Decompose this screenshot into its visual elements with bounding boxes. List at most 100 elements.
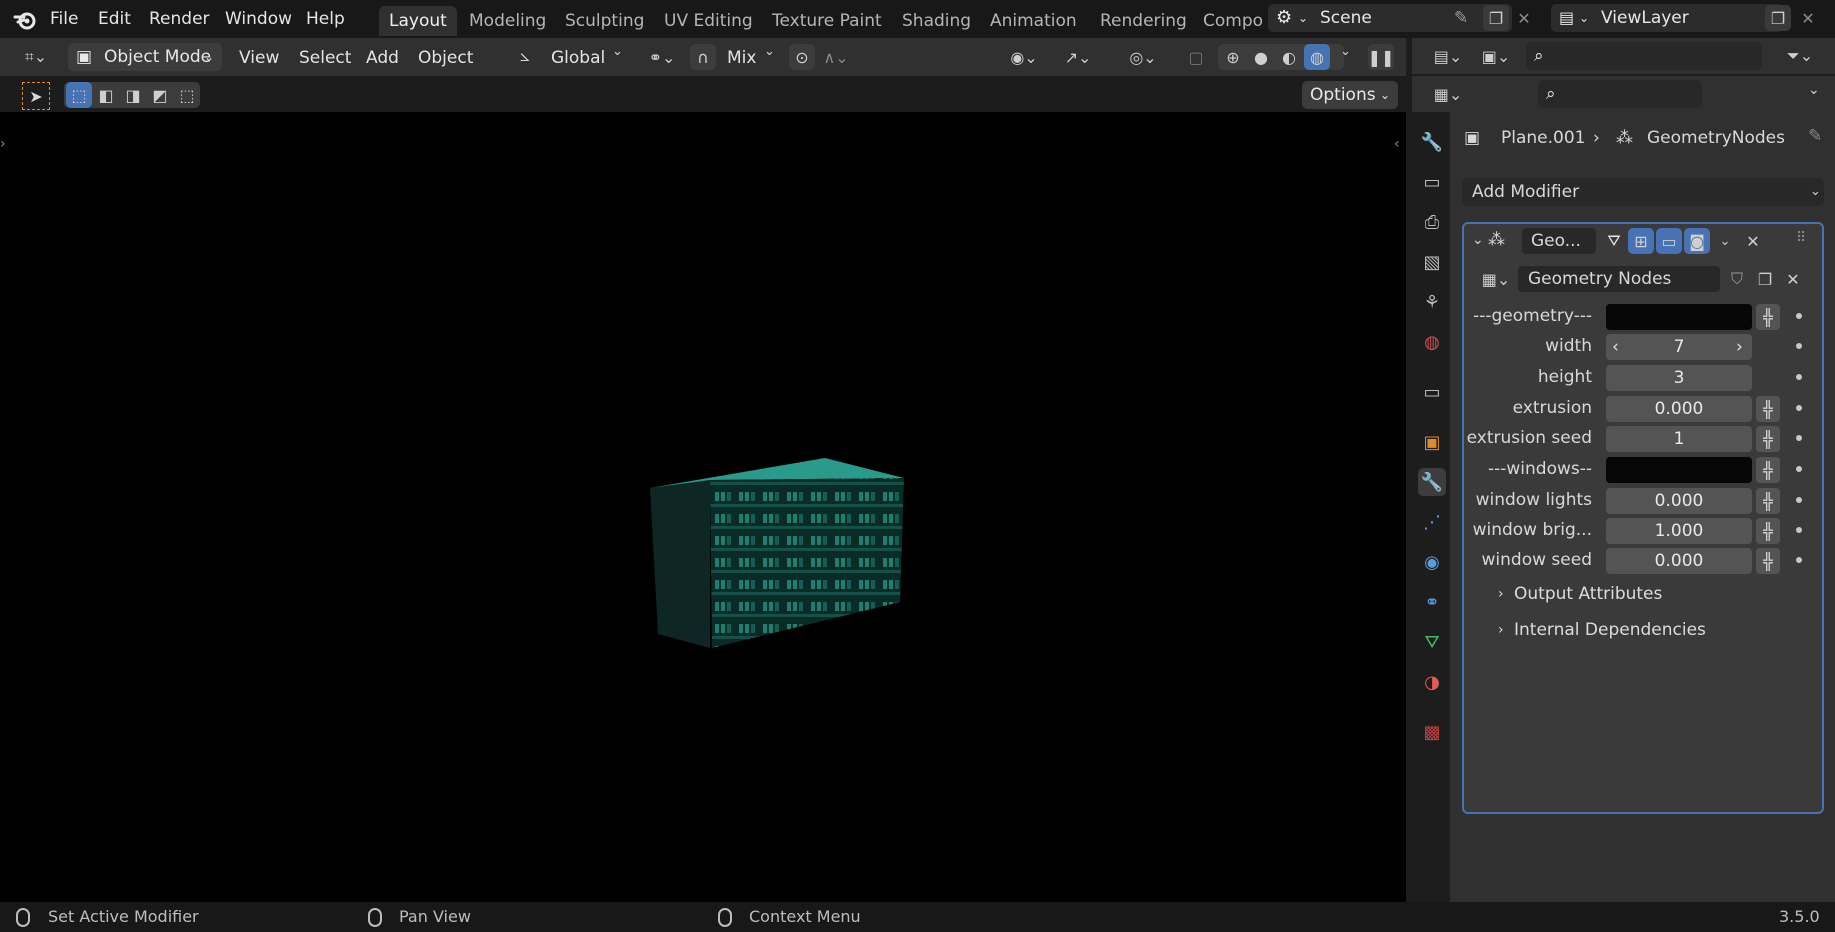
- edit-mode-toggle-icon[interactable]: ⛛: [1601, 228, 1627, 254]
- wireframe-shading-icon[interactable]: ⊕: [1220, 44, 1246, 70]
- menu-help[interactable]: Help: [300, 6, 351, 32]
- tab-modeling[interactable]: Modeling: [459, 6, 556, 36]
- add-modifier-button[interactable]: Add Modifier ⌄: [1462, 178, 1824, 206]
- solid-shading-icon[interactable]: ●: [1248, 44, 1274, 70]
- keyframe-dot-icon[interactable]: [1796, 374, 1802, 380]
- geometry-separator-field[interactable]: [1606, 304, 1752, 330]
- editor-type-icon[interactable]: ⌗⌄: [16, 44, 56, 70]
- particles-tab-icon[interactable]: ⋰: [1418, 508, 1446, 536]
- menu-file[interactable]: File: [44, 6, 84, 32]
- menu-select[interactable]: Select: [299, 46, 351, 70]
- render-toggle-icon[interactable]: ◙: [1684, 228, 1710, 254]
- delete-scene-icon[interactable]: ✕: [1511, 5, 1537, 31]
- orientation-dropdown[interactable]: Global: [551, 46, 605, 70]
- unlink-icon[interactable]: ✕: [1780, 266, 1806, 292]
- pivot-icon[interactable]: ⚭⌄: [642, 44, 682, 70]
- window-seed-field[interactable]: 0.000: [1606, 548, 1752, 574]
- collapse-chevron-icon[interactable]: ⌄: [1472, 232, 1484, 248]
- keyframe-dot-icon[interactable]: [1796, 405, 1802, 411]
- modifier-name-field[interactable]: Geo...: [1522, 228, 1596, 254]
- scene-tab-icon[interactable]: ⚘: [1418, 288, 1446, 316]
- attribute-toggle-icon[interactable]: ╬: [1756, 304, 1780, 330]
- tab-rendering[interactable]: Rendering: [1090, 6, 1197, 36]
- close-icon[interactable]: ✕: [1740, 228, 1766, 254]
- menu-window[interactable]: Window: [219, 6, 298, 32]
- output-tab-icon[interactable]: ⎙: [1418, 208, 1446, 236]
- node-group-browse-icon[interactable]: ▦⌄: [1476, 266, 1516, 292]
- options-dropdown[interactable]: Options ⌄: [1302, 81, 1398, 109]
- keyframe-dot-icon[interactable]: [1796, 435, 1802, 441]
- chevron-down-icon[interactable]: ⌄: [1712, 228, 1738, 254]
- select-subtract-icon[interactable]: ◨: [120, 82, 146, 108]
- keyframe-dot-icon[interactable]: [1796, 497, 1802, 503]
- viewport-toggle-icon[interactable]: ▭: [1656, 228, 1682, 254]
- rendered-shading-icon[interactable]: ◍: [1304, 44, 1330, 70]
- building-model[interactable]: [640, 442, 920, 662]
- attribute-toggle-icon[interactable]: ╬: [1756, 396, 1780, 422]
- snap-icon[interactable]: ∩: [690, 44, 716, 70]
- sidebar-expand-icon[interactable]: ‹: [1394, 136, 1400, 152]
- pin-icon[interactable]: ✎: [1454, 4, 1468, 32]
- select-extend-icon[interactable]: ◧: [93, 82, 119, 108]
- tab-sculpting[interactable]: Sculpting: [555, 6, 654, 36]
- menu-object[interactable]: Object: [418, 46, 473, 70]
- tab-texture-paint[interactable]: Texture Paint: [762, 6, 892, 36]
- internal-dependencies-section[interactable]: Internal Dependencies: [1514, 620, 1706, 640]
- viewlayer-selector[interactable]: ▤ ⌄ ViewLayer: [1551, 4, 1783, 32]
- menu-render[interactable]: Render: [143, 6, 216, 32]
- tab-uv-editing[interactable]: UV Editing: [654, 6, 763, 36]
- material-tab-icon[interactable]: ◑: [1418, 668, 1446, 696]
- menu-view[interactable]: View: [239, 46, 279, 70]
- menu-edit[interactable]: Edit: [92, 6, 137, 32]
- properties-search-input[interactable]: ⌕: [1538, 80, 1702, 108]
- blender-logo-icon[interactable]: [12, 7, 38, 33]
- attribute-toggle-icon[interactable]: ╬: [1756, 488, 1780, 514]
- node-group-field[interactable]: Geometry Nodes: [1518, 266, 1720, 292]
- snap-target-dropdown[interactable]: Mix: [727, 46, 756, 70]
- overlay-icon[interactable]: ◎⌄: [1120, 44, 1166, 70]
- collection-tab-icon[interactable]: ▭: [1418, 378, 1446, 406]
- on-cage-toggle-icon[interactable]: ⊞: [1628, 228, 1654, 254]
- chevron-down-icon[interactable]: ⌄: [1808, 82, 1820, 98]
- toolbar-expand-icon[interactable]: ›: [0, 136, 6, 152]
- physics-tab-icon[interactable]: ◉: [1418, 548, 1446, 576]
- gizmo-icon[interactable]: ↗⌄: [1055, 44, 1101, 70]
- extrusion-field[interactable]: 0.000: [1606, 396, 1752, 422]
- menu-add[interactable]: Add: [366, 46, 399, 70]
- window-brightness-field[interactable]: 1.000: [1606, 518, 1752, 544]
- tab-layout[interactable]: Layout: [379, 6, 457, 36]
- outliner-editor-icon[interactable]: ▤⌄: [1428, 43, 1468, 69]
- pin-icon[interactable]: ✎: [1808, 126, 1822, 146]
- duplicate-icon[interactable]: ❐: [1752, 266, 1778, 292]
- constraints-tab-icon[interactable]: ⚭: [1418, 588, 1446, 616]
- tab-compositing[interactable]: Compo: [1193, 6, 1263, 36]
- material-shading-icon[interactable]: ◐: [1276, 44, 1302, 70]
- keyframe-dot-icon[interactable]: [1796, 466, 1802, 472]
- tab-animation[interactable]: Animation: [980, 6, 1087, 36]
- attribute-toggle-icon[interactable]: ╬: [1756, 426, 1780, 452]
- select-tool-icon[interactable]: ➤: [22, 82, 50, 110]
- display-mode-icon[interactable]: ▣⌄: [1476, 43, 1516, 69]
- select-intersect-icon[interactable]: ⬚: [174, 82, 200, 108]
- chevron-right-icon[interactable]: ›: [1498, 586, 1504, 602]
- keyframe-dot-icon[interactable]: [1796, 313, 1802, 319]
- outliner-search-input[interactable]: ⌕: [1526, 42, 1762, 70]
- visibility-icon[interactable]: ◉⌄: [1004, 44, 1044, 70]
- mode-dropdown[interactable]: ▣ Object Mode ⌄: [68, 43, 222, 71]
- filter-icon[interactable]: ⏷⌄: [1780, 43, 1820, 69]
- proportional-edit-icon[interactable]: ⊙: [789, 44, 815, 70]
- select-new-icon[interactable]: ⬚: [66, 82, 92, 108]
- object-tab-icon[interactable]: ▣: [1418, 428, 1446, 456]
- extrusion-seed-field[interactable]: 1: [1606, 426, 1752, 452]
- modifier-tab-icon[interactable]: 🔧: [1418, 468, 1446, 496]
- 3d-viewport[interactable]: › ‹: [0, 112, 1406, 902]
- new-viewlayer-icon[interactable]: ❐: [1765, 5, 1791, 31]
- windows-separator-field[interactable]: [1606, 457, 1752, 483]
- texture-tab-icon[interactable]: ▩: [1418, 718, 1446, 746]
- chevron-right-icon[interactable]: ›: [1498, 622, 1504, 638]
- attribute-toggle-icon[interactable]: ╬: [1756, 518, 1780, 544]
- new-scene-icon[interactable]: ❐: [1483, 5, 1509, 31]
- delete-viewlayer-icon[interactable]: ✕: [1795, 5, 1821, 31]
- tab-shading[interactable]: Shading: [892, 6, 981, 36]
- tool-tab-icon[interactable]: 🔧: [1418, 128, 1446, 156]
